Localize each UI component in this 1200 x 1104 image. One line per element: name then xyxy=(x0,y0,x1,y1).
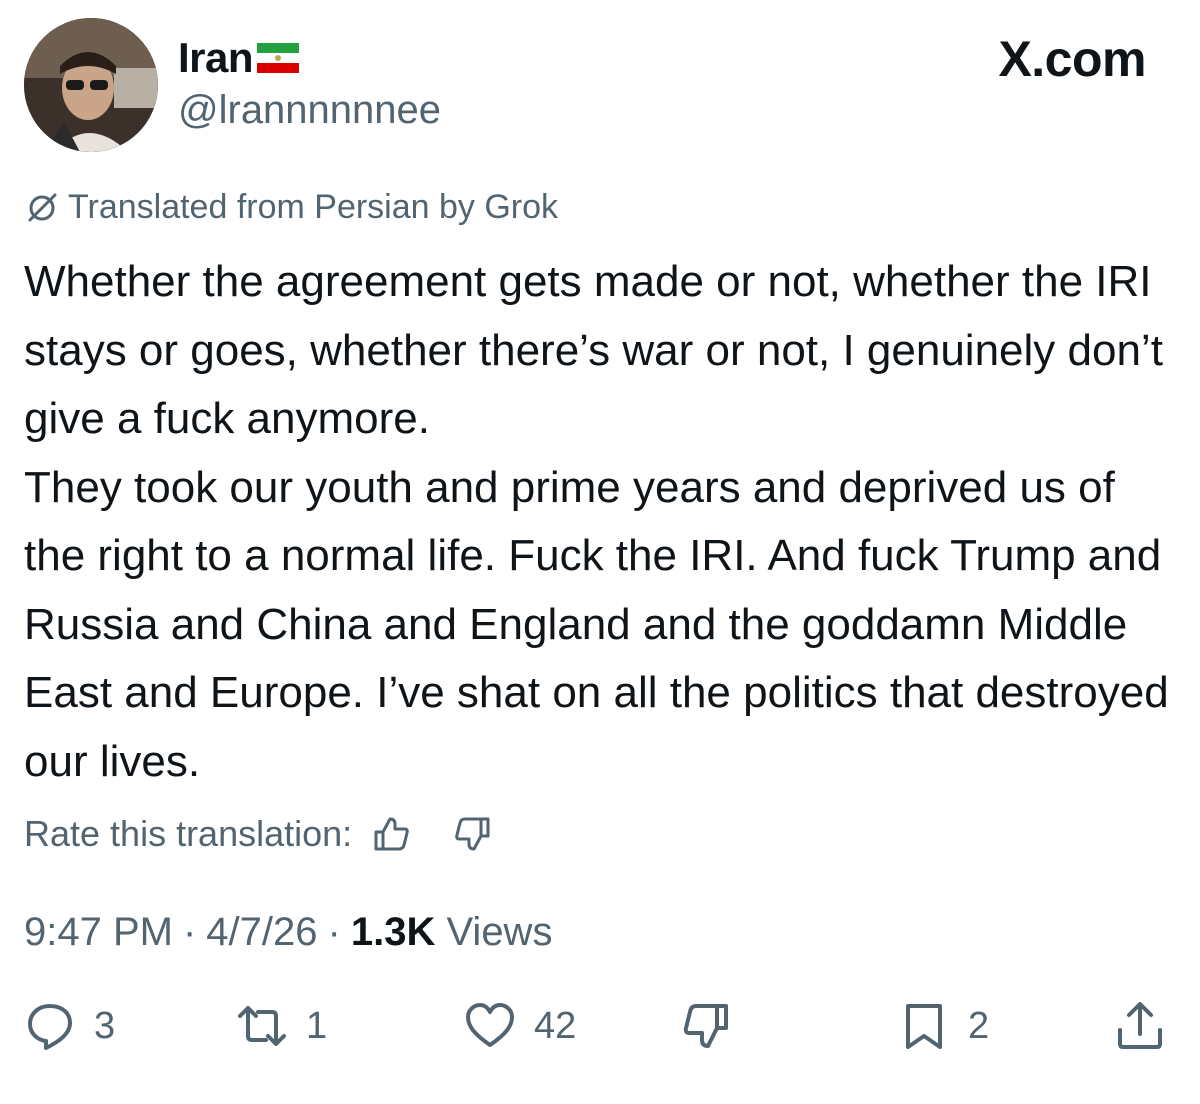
brand-label: X.com xyxy=(998,31,1146,87)
repost-count: 1 xyxy=(306,1004,328,1047)
tweet-text: Whether the agreement gets made or not, … xyxy=(24,248,1184,796)
bookmark-icon xyxy=(906,1004,942,1049)
repost-icon xyxy=(238,1006,286,1046)
reply-count: 3 xyxy=(94,1004,116,1047)
meta-separator: · xyxy=(182,910,197,954)
rate-translation: Rate this translation: xyxy=(24,810,496,858)
author-handle[interactable]: @lrannnnnnee xyxy=(178,88,441,133)
thumbs-down-icon[interactable] xyxy=(448,810,496,858)
tweet-date[interactable]: 4/7/26 xyxy=(206,910,317,955)
dislike-button[interactable] xyxy=(680,1000,732,1052)
tweet-paragraph-1: Whether the agreement gets made or not, … xyxy=(24,257,1163,443)
share-icon xyxy=(1118,1002,1162,1049)
tweet-time[interactable]: 9:47 PM xyxy=(24,910,173,955)
like-count: 42 xyxy=(534,1004,577,1047)
share-button[interactable] xyxy=(1114,1000,1166,1052)
reply-bubble-icon xyxy=(28,1004,72,1050)
translation-note-text: Translated from Persian by Grok xyxy=(68,188,559,226)
views-count: 1.3K xyxy=(350,910,436,954)
thumbs-down-icon xyxy=(683,1004,728,1048)
grok-icon xyxy=(28,193,57,221)
author-display-name[interactable]: Iran xyxy=(178,34,254,82)
like-button[interactable]: 42 xyxy=(464,1000,576,1052)
avatar[interactable] xyxy=(24,18,158,152)
thumbs-up-icon[interactable] xyxy=(368,810,416,858)
author-display-name-row[interactable]: Iran xyxy=(178,34,300,82)
action-bar: 3 1 42 2 xyxy=(24,1000,1174,1064)
tweet-paragraph-2: They took our youth and prime years and … xyxy=(24,462,1169,786)
avatar-image xyxy=(24,18,158,152)
repost-button[interactable]: 1 xyxy=(236,1000,327,1052)
views-label: Views xyxy=(446,910,553,954)
heart-icon xyxy=(466,1003,514,1047)
iran-flag-icon xyxy=(257,43,300,73)
bookmark-count: 2 xyxy=(968,1004,990,1047)
tweet-meta: 9:47 PM · 4/7/26 · 1.3K Views xyxy=(24,910,552,955)
reply-button[interactable]: 3 xyxy=(24,1000,115,1052)
translation-note: Translated from Persian by Grok xyxy=(24,188,558,227)
meta-separator: · xyxy=(327,910,341,954)
bookmark-button[interactable]: 2 xyxy=(898,1000,989,1052)
rate-translation-label: Rate this translation: xyxy=(24,813,353,854)
